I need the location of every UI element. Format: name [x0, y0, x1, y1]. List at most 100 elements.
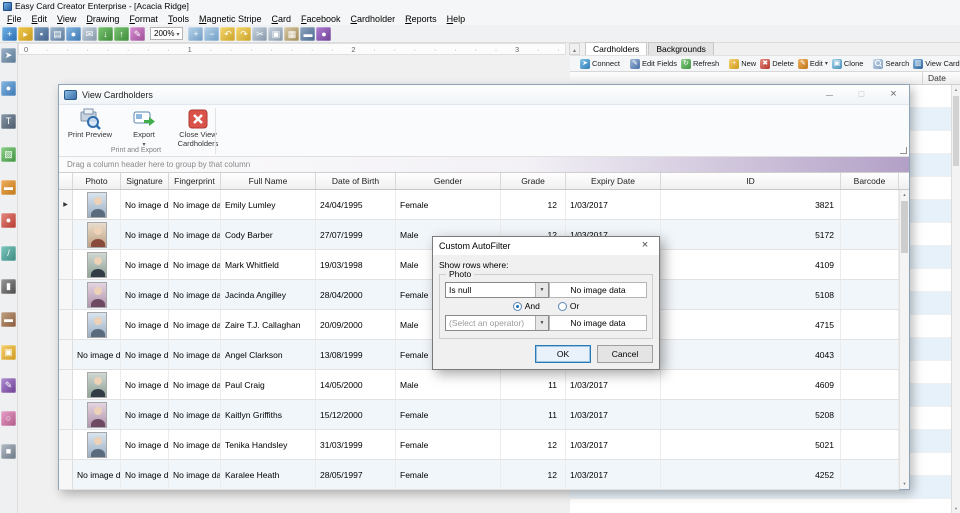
row-selector[interactable] — [59, 430, 73, 459]
select-pointer-icon[interactable]: ➤ — [1, 48, 16, 63]
new-button[interactable]: + New — [728, 58, 757, 69]
lock-tool-icon[interactable]: ■ — [1, 444, 16, 459]
magstripe-tool-icon[interactable]: ▬ — [1, 312, 16, 327]
row-selector[interactable] — [59, 250, 73, 279]
operator2-dropdown[interactable]: (Select an operator) — [445, 315, 549, 331]
dob-cell[interactable]: 31/03/1999 — [316, 430, 396, 459]
text-tool-icon[interactable]: T — [1, 114, 16, 129]
export-data-icon[interactable]: ↑ — [114, 26, 129, 41]
fingerprint-cell[interactable]: No image data — [169, 190, 221, 219]
full-name-cell[interactable]: Cody Barber — [221, 220, 316, 249]
column-header-date-of-birth[interactable]: Date of Birth — [316, 173, 396, 189]
panel-scrollbar[interactable] — [951, 85, 960, 513]
usb-device-icon[interactable]: ● — [316, 26, 332, 41]
full-name-cell[interactable]: Mark Whitfield — [221, 250, 316, 279]
value2-input[interactable]: No image data — [549, 315, 647, 331]
photo-cell[interactable] — [73, 430, 121, 459]
cut-icon[interactable]: ✂ — [252, 26, 268, 41]
barcode-tool-icon[interactable]: ▮ — [1, 279, 16, 294]
column-header-expiry-date[interactable]: Expiry Date — [566, 173, 661, 189]
open-card-icon[interactable]: ▸ — [18, 26, 33, 41]
column-header-grade[interactable]: Grade — [501, 173, 566, 189]
menu-reports[interactable]: Reports — [400, 13, 442, 25]
full-name-cell[interactable]: Paul Craig — [221, 370, 316, 399]
scroll-down-icon[interactable] — [900, 479, 909, 489]
view-cardholders-button[interactable]: ▥View Cardholders — [912, 58, 960, 69]
menu-view[interactable]: View — [52, 13, 81, 25]
signature-cell[interactable]: No image data — [121, 400, 169, 429]
copy-icon[interactable]: ▣ — [268, 26, 284, 41]
id-cell[interactable]: 4252 — [661, 460, 841, 489]
new-card-icon[interactable]: + — [2, 26, 17, 41]
barcode-cell[interactable] — [841, 460, 899, 489]
full-name-cell[interactable]: Emily Lumley — [221, 190, 316, 219]
expiry-cell[interactable]: 1/03/2017 — [566, 430, 661, 459]
print-preview-icon[interactable]: ● — [66, 26, 81, 41]
expiry-cell[interactable]: 1/03/2017 — [566, 460, 661, 489]
id-cell[interactable]: 5021 — [661, 430, 841, 459]
photo-cell[interactable] — [73, 220, 121, 249]
clone-button[interactable]: ▣ Clone — [831, 58, 865, 69]
value1-input[interactable]: No image data — [549, 282, 647, 298]
tab-cardholders[interactable]: Cardholders — [585, 42, 648, 55]
row-selector[interactable] — [59, 310, 73, 339]
photo-cell[interactable] — [73, 400, 121, 429]
rectangle-tool-icon[interactable]: ▬ — [1, 180, 16, 195]
dialog-close-button[interactable] — [631, 237, 659, 255]
id-cell[interactable]: 5208 — [661, 400, 841, 429]
signature-cell[interactable]: No image data — [121, 460, 169, 489]
dropdown-arrow-icon[interactable] — [535, 283, 548, 297]
minimize-button[interactable] — [816, 86, 843, 103]
full-name-cell[interactable]: Angel Clarkson — [221, 340, 316, 369]
edit-button[interactable]: ✎ Edit ▾ — [797, 58, 829, 69]
id-cell[interactable]: 4109 — [661, 250, 841, 279]
row-selector[interactable] — [59, 370, 73, 399]
signature-tool-icon[interactable]: ✎ — [1, 378, 16, 393]
dob-cell[interactable]: 28/05/1997 — [316, 460, 396, 489]
fingerprint-cell[interactable]: No image data — [169, 250, 221, 279]
signature-cell[interactable]: No image data — [121, 280, 169, 309]
barcode-cell[interactable] — [841, 220, 899, 249]
fingerprint-cell[interactable]: No image data — [169, 220, 221, 249]
grade-cell[interactable]: 12 — [501, 460, 566, 489]
fingerprint-cell[interactable]: No image data — [169, 460, 221, 489]
id-cell[interactable]: 3821 — [661, 190, 841, 219]
grade-cell[interactable]: 11 — [501, 370, 566, 399]
group-by-bar[interactable]: Drag a column header here to group by th… — [59, 157, 909, 173]
dob-cell[interactable]: 14/05/2000 — [316, 370, 396, 399]
full-name-cell[interactable]: Tenika Handsley — [221, 430, 316, 459]
menu-facebook[interactable]: Facebook — [296, 13, 346, 25]
search-button[interactable]: Search — [872, 58, 910, 69]
dob-cell[interactable]: 20/09/2000 — [316, 310, 396, 339]
dob-cell[interactable]: 24/04/1995 — [316, 190, 396, 219]
row-selector[interactable] — [59, 220, 73, 249]
photo-cell[interactable]: No image data — [73, 460, 121, 489]
image-tool-icon[interactable]: ▨ — [1, 147, 16, 162]
barcode-cell[interactable] — [841, 430, 899, 459]
column-header-signature[interactable]: Signature — [121, 173, 169, 189]
signature-cell[interactable]: No image data — [121, 310, 169, 339]
table-row[interactable]: No image dataNo image dataTenika Handsle… — [59, 430, 899, 460]
barcode-cell[interactable] — [841, 190, 899, 219]
scroll-up-button[interactable] — [569, 43, 580, 55]
column-header-full-name[interactable]: Full Name — [221, 173, 316, 189]
group-launcher-icon[interactable] — [900, 147, 907, 154]
design-settings-icon[interactable]: ✎ — [130, 26, 145, 41]
id-cell[interactable]: 5108 — [661, 280, 841, 309]
menu-format[interactable]: Format — [124, 13, 163, 25]
fingerprint-cell[interactable]: No image data — [169, 310, 221, 339]
fingerprint-cell[interactable]: No image data — [169, 280, 221, 309]
dob-cell[interactable]: 19/03/1998 — [316, 250, 396, 279]
barcode-cell[interactable] — [841, 280, 899, 309]
print-card-icon[interactable]: ▤ — [50, 26, 65, 41]
row-selector[interactable] — [59, 190, 73, 219]
barcode-cell[interactable] — [841, 340, 899, 369]
dob-cell[interactable]: 13/08/1999 — [316, 340, 396, 369]
barcode-cell[interactable] — [841, 400, 899, 429]
photo-cell[interactable] — [73, 310, 121, 339]
column-header-photo[interactable]: Photo — [73, 173, 121, 189]
paste-icon[interactable]: ▦ — [284, 26, 300, 41]
signature-cell[interactable]: No image data — [121, 340, 169, 369]
signature-cell[interactable]: No image data — [121, 370, 169, 399]
line-tool-icon[interactable]: / — [1, 246, 16, 261]
